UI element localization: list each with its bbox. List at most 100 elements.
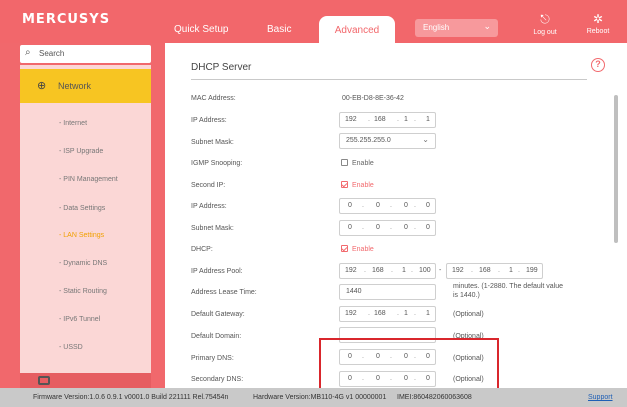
sidebar-item-lan-settings[interactable]: - LAN Settings: [59, 232, 104, 239]
octet[interactable]: 0: [348, 202, 352, 209]
octet[interactable]: 192: [345, 116, 357, 123]
sidebar-item-pin-management[interactable]: - PIN Management: [59, 176, 118, 183]
octet[interactable]: 1: [426, 116, 430, 123]
default-domain-label: Default Domain:: [191, 333, 242, 340]
sidebar: ⌕ Search ⊕ Network - Internet - ISP Upgr…: [0, 43, 165, 388]
sidebar-item-isp-upgrade[interactable]: - ISP Upgrade: [59, 148, 103, 155]
dot: .: [414, 116, 416, 123]
octet[interactable]: 0: [404, 202, 408, 209]
subnet-mask-2-field[interactable]: 0. 0. 0. 0: [339, 220, 436, 236]
dot: .: [414, 310, 416, 317]
sidebar-item-dynamic-dns[interactable]: - Dynamic DNS: [59, 260, 107, 267]
lease-time-input[interactable]: 1440: [339, 284, 436, 300]
dhcp-enable-text: Enable: [352, 246, 374, 253]
octet[interactable]: 100: [419, 267, 431, 274]
octet[interactable]: 0: [348, 224, 352, 231]
octet[interactable]: 0: [426, 224, 430, 231]
dhcp-label: DHCP:: [191, 246, 213, 253]
mac-address-value: 00-EB-D8-8E-36-42: [342, 95, 404, 102]
dot: .: [368, 310, 370, 317]
tab-basic[interactable]: Basic: [267, 24, 291, 35]
search-icon: ⌕: [25, 47, 31, 58]
subnet-mask-value: 255.255.255.0: [346, 137, 391, 144]
main-content: DHCP Server ? MAC Address: 00-EB-D8-8E-3…: [165, 43, 627, 392]
lease-hint-line-1: minutes. (1-2880. The default value: [453, 283, 563, 290]
octet[interactable]: 199: [526, 267, 538, 274]
search-input[interactable]: ⌕ Search: [20, 45, 151, 63]
octet[interactable]: 1: [404, 310, 408, 317]
dot: .: [390, 224, 392, 231]
octet[interactable]: 0: [426, 202, 430, 209]
octet[interactable]: 0: [404, 224, 408, 231]
sidebar-item-static-routing[interactable]: - Static Routing: [59, 288, 107, 295]
default-gateway-field[interactable]: 192. 168. 1. 1: [339, 306, 436, 322]
dot: .: [518, 267, 520, 274]
second-ip-enable-text: Enable: [352, 182, 374, 189]
octet[interactable]: 1: [404, 116, 408, 123]
octet[interactable]: 168: [374, 310, 386, 317]
octet[interactable]: 1: [426, 310, 430, 317]
sidebar-item-next-group[interactable]: [20, 373, 151, 388]
octet[interactable]: 168: [372, 267, 384, 274]
octet[interactable]: 0: [376, 224, 380, 231]
help-icon[interactable]: ?: [591, 58, 605, 72]
second-ip-checkbox[interactable]: Enable: [341, 181, 374, 189]
octet[interactable]: 1: [509, 267, 513, 274]
default-gateway-label: Default Gateway:: [191, 311, 245, 318]
sidebar-panel: [20, 65, 151, 388]
ip-address-field[interactable]: 192. 168. 1. 1: [339, 112, 436, 128]
chevron-down-icon: ⌄: [422, 135, 429, 144]
firmware-version: Firmware Version:1.0.6 0.9.1 v0001.0 Bui…: [33, 394, 229, 401]
octet[interactable]: 168: [479, 267, 491, 274]
checkbox-checked-icon: [341, 245, 348, 252]
tab-quick-setup[interactable]: Quick Setup: [174, 24, 228, 35]
lease-hint-line-2: is 1440.): [453, 292, 480, 299]
sidebar-item-data-settings[interactable]: - Data Settings: [59, 205, 105, 212]
sidebar-item-internet[interactable]: - Internet: [59, 120, 87, 127]
support-link[interactable]: Support: [588, 394, 613, 401]
igmp-snooping-checkbox[interactable]: Enable: [341, 159, 374, 167]
pool-separator: -: [439, 267, 442, 274]
section-title: DHCP Server: [191, 62, 252, 73]
ip-pool-start-field[interactable]: 192. 168. 1. 100: [339, 263, 436, 279]
dot: .: [390, 202, 392, 209]
subnet-mask-2-label: Subnet Mask:: [191, 225, 234, 232]
igmp-snooping-label: IGMP Snooping:: [191, 160, 243, 167]
dhcp-checkbox[interactable]: Enable: [341, 245, 374, 253]
octet[interactable]: 192: [452, 267, 464, 274]
dot: .: [391, 267, 393, 274]
chevron-down-icon: ⌄: [483, 21, 491, 31]
scrollbar[interactable]: [614, 95, 618, 243]
octet[interactable]: 192: [345, 310, 357, 317]
dot: .: [397, 310, 399, 317]
octet[interactable]: 0: [376, 202, 380, 209]
gateway-optional: (Optional): [453, 311, 484, 318]
tab-advanced[interactable]: Advanced: [319, 16, 395, 43]
sidebar-item-ussd[interactable]: - USSD: [59, 344, 83, 351]
monitor-icon: [38, 376, 50, 385]
logout-button[interactable]: ⎋ Log out: [527, 12, 563, 36]
logout-icon: ⎋: [540, 12, 550, 26]
dns-highlight-box: [319, 338, 499, 392]
subnet-mask-select[interactable]: 255.255.255.0 ⌄: [339, 133, 436, 149]
lease-time-label: Address Lease Time:: [191, 289, 257, 296]
dot: .: [414, 202, 416, 209]
ip-address-2-field[interactable]: 0. 0. 0. 0: [339, 198, 436, 214]
imei: IMEI:860482060063608: [397, 394, 472, 401]
globe-icon: ⊕: [37, 80, 47, 92]
sidebar-item-network[interactable]: ⊕ Network: [20, 69, 151, 103]
sidebar-item-ipv6-tunnel[interactable]: - IPv6 Tunnel: [59, 316, 100, 323]
language-value: English: [423, 23, 450, 32]
dot: .: [362, 224, 364, 231]
octet[interactable]: 192: [345, 267, 357, 274]
language-select[interactable]: English ⌄: [415, 19, 498, 37]
reboot-button[interactable]: ✲ Reboot: [580, 12, 616, 35]
primary-dns-label: Primary DNS:: [191, 355, 234, 362]
dot: .: [362, 202, 364, 209]
ip-pool-label: IP Address Pool:: [191, 268, 243, 275]
dot: .: [414, 224, 416, 231]
ip-pool-end-field[interactable]: 192. 168. 1. 199: [446, 263, 543, 279]
octet[interactable]: 168: [374, 116, 386, 123]
octet[interactable]: 1: [402, 267, 406, 274]
reboot-icon: ✲: [592, 12, 604, 26]
